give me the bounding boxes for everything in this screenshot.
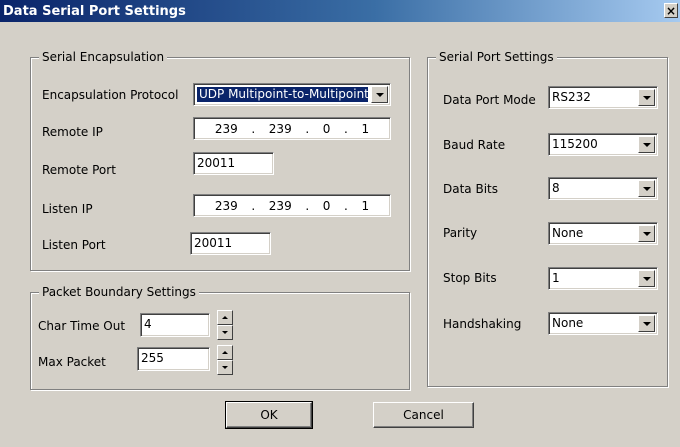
data-port-mode-dropdown-button[interactable] [638,89,655,106]
cancel-button[interactable]: Cancel [373,402,474,428]
remote-ip-octet-4[interactable]: 1 [362,121,370,137]
serial-encapsulation-legend: Serial Encapsulation [39,50,168,64]
data-port-mode-value: RS232 [552,90,591,104]
baud-rate-select[interactable]: 115200 [548,133,658,156]
listen-ip-octet-4[interactable]: 1 [362,198,370,214]
chevron-down-icon [375,92,384,97]
baud-rate-dropdown-button[interactable] [638,136,655,153]
remote-ip-octet-3[interactable]: 0 [323,121,331,137]
handshaking-label: Handshaking [443,317,522,331]
char-timeout-down-button[interactable] [217,325,233,340]
data-bits-select[interactable]: 8 [548,177,658,200]
encapsulation-protocol-value: UDP Multipoint-to-Multipoint [197,87,368,102]
data-bits-label: Data Bits [443,182,498,196]
close-button[interactable]: × [664,3,678,18]
remote-port-field[interactable]: 20011 [193,152,274,175]
stop-bits-label: Stop Bits [443,271,497,285]
baud-rate-value: 115200 [552,137,598,151]
listen-ip-label: Listen IP [42,202,93,216]
close-icon: × [665,3,677,18]
baud-rate-label: Baud Rate [443,138,506,152]
ok-button[interactable]: OK [225,401,313,429]
listen-ip-field[interactable]: 239. 239. 0. 1 [193,194,391,217]
data-port-mode-select[interactable]: RS232 [548,86,658,109]
handshaking-value: None [552,316,584,330]
remote-ip-field[interactable]: 239. 239. 0. 1 [193,117,391,140]
parity-label: Parity [443,226,478,240]
cancel-button-label: Cancel [403,408,444,422]
dialog-window: Data Serial Port Settings × Serial Encap… [0,0,680,447]
listen-ip-octet-1[interactable]: 239 [215,198,238,214]
packet-boundary-legend: Packet Boundary Settings [39,285,199,299]
stop-bits-value: 1 [552,271,560,285]
title-bar[interactable]: Data Serial Port Settings × [0,0,680,22]
encapsulation-protocol-label: Encapsulation Protocol [42,88,179,102]
encapsulation-protocol-select[interactable]: UDP Multipoint-to-Multipoint [193,83,391,106]
listen-port-label: Listen Port [42,238,106,252]
remote-ip-octet-1[interactable]: 239 [215,121,238,137]
encapsulation-protocol-dropdown-button[interactable] [371,86,388,103]
chevron-down-icon [642,321,651,326]
data-bits-value: 8 [552,181,560,195]
listen-port-field[interactable]: 20011 [190,232,271,255]
char-timeout-spinner[interactable] [217,310,233,340]
data-bits-dropdown-button[interactable] [638,180,655,197]
max-packet-down-button[interactable] [217,360,233,375]
spin-up-icon [222,316,228,319]
serial-port-settings-legend: Serial Port Settings [436,50,557,64]
packet-boundary-group: Packet Boundary Settings [30,285,410,390]
spin-up-icon [222,351,228,354]
window-title: Data Serial Port Settings [3,3,186,19]
handshaking-dropdown-button[interactable] [638,315,655,332]
chevron-down-icon [642,276,651,281]
stop-bits-select[interactable]: 1 [548,267,658,290]
char-timeout-label: Char Time Out [38,319,126,333]
parity-value: None [552,226,584,240]
char-timeout-up-button[interactable] [217,310,233,325]
remote-ip-label: Remote IP [42,125,103,139]
parity-dropdown-button[interactable] [638,225,655,242]
max-packet-up-button[interactable] [217,345,233,360]
parity-select[interactable]: None [548,222,658,245]
char-timeout-field[interactable]: 4 [140,313,210,337]
handshaking-select[interactable]: None [548,312,658,335]
chevron-down-icon [642,142,651,147]
listen-ip-octet-2[interactable]: 239 [269,198,292,214]
remote-ip-octet-2[interactable]: 239 [269,121,292,137]
stop-bits-dropdown-button[interactable] [638,270,655,287]
listen-ip-octet-3[interactable]: 0 [323,198,331,214]
max-packet-spinner[interactable] [217,345,233,375]
ok-button-label: OK [260,408,278,422]
chevron-down-icon [642,231,651,236]
data-port-mode-label: Data Port Mode [443,93,536,107]
remote-port-label: Remote Port [42,163,116,177]
chevron-down-icon [642,95,651,100]
max-packet-field[interactable]: 255 [137,347,210,371]
spin-down-icon [222,366,228,369]
spin-down-icon [222,331,228,334]
chevron-down-icon [642,186,651,191]
max-packet-label: Max Packet [38,355,106,369]
